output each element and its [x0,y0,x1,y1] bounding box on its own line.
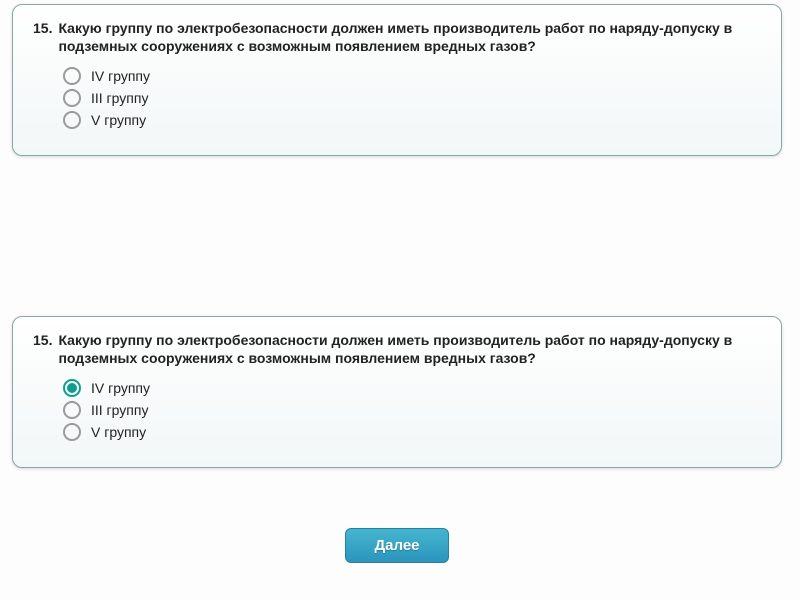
button-row: Далее [12,528,782,563]
question-text: Какую группу по электробезопасности долж… [58,331,761,367]
question-number: 15. [33,331,52,349]
option-3[interactable]: V группу [63,423,761,441]
option-label: V группу [91,112,146,128]
option-label: IV группу [91,380,150,396]
options-list: IV группу III группу V группу [63,67,761,129]
option-label: III группу [91,90,148,106]
options-list: IV группу III группу V группу [63,379,761,441]
option-2[interactable]: III группу [63,401,761,419]
next-button[interactable]: Далее [345,528,448,563]
radio-icon [63,423,81,441]
radio-icon [63,111,81,129]
option-1[interactable]: IV группу [63,67,761,85]
option-label: V группу [91,424,146,440]
radio-icon [63,89,81,107]
question-card-1: 15. Какую группу по электробезопасности … [12,4,782,156]
question-row: 15. Какую группу по электробезопасности … [33,19,761,55]
question-number: 15. [33,19,52,37]
option-3[interactable]: V группу [63,111,761,129]
option-1[interactable]: IV группу [63,379,761,397]
radio-icon [63,401,81,419]
option-2[interactable]: III группу [63,89,761,107]
radio-icon [63,379,81,397]
question-card-2: 15. Какую группу по электробезопасности … [12,316,782,468]
option-label: IV группу [91,68,150,84]
option-label: III группу [91,402,148,418]
question-row: 15. Какую группу по электробезопасности … [33,331,761,367]
radio-icon [63,67,81,85]
question-text: Какую группу по электробезопасности долж… [58,19,761,55]
